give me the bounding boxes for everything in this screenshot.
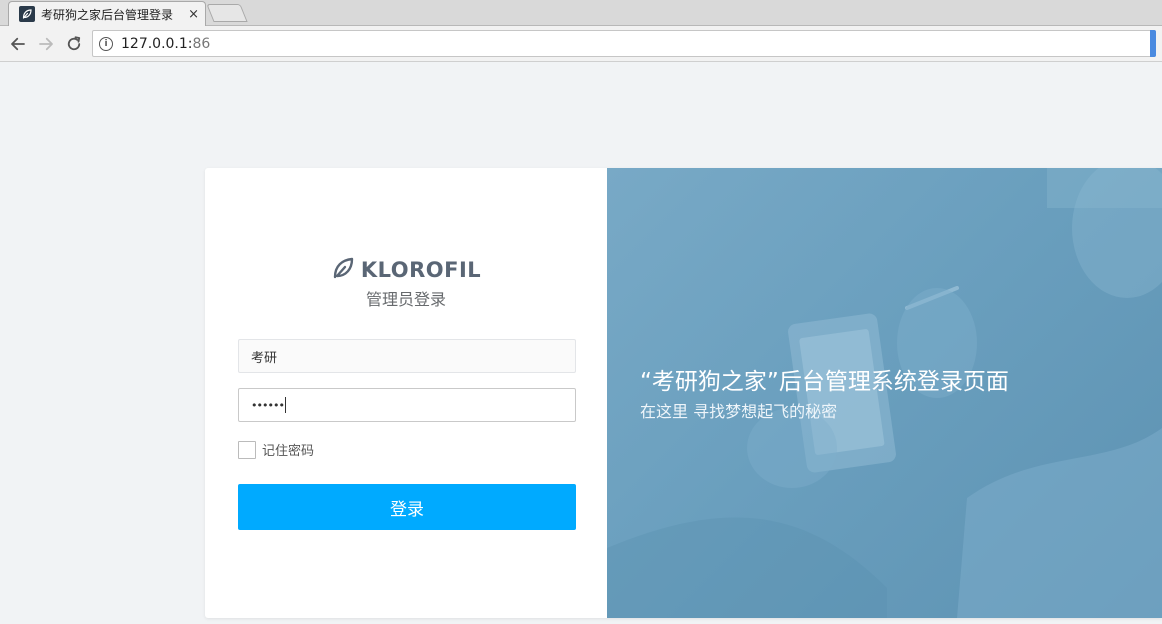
arrow-left-icon[interactable]: [8, 34, 28, 54]
reload-icon[interactable]: [64, 34, 84, 54]
remember-label: 记住密码: [262, 444, 315, 459]
remember-password[interactable]: 记住密码: [238, 440, 314, 459]
hero-panel: “考研狗之家”后台管理系统登录页面 在这里 寻找梦想起飞的秘密: [607, 168, 1162, 618]
login-subtitle: 管理员登录: [365, 290, 446, 309]
username-input[interactable]: 考研: [238, 339, 576, 373]
hero-subtitle: 在这里 寻找梦想起飞的秘密: [640, 402, 838, 421]
browser-tab-bar: 考研狗之家后台管理登录 ×: [0, 0, 1162, 26]
text-caret: [284, 397, 286, 413]
brand-logo: KLOROFIL: [205, 256, 607, 284]
logo-text: KLOROFIL: [360, 258, 482, 282]
leaf-icon: [331, 256, 355, 284]
password-value: ••••••: [251, 398, 285, 412]
login-button[interactable]: 登录: [238, 484, 576, 530]
login-card: KLOROFIL 管理员登录 考研 •••••• 记住密码 登录 “考研狗之家”…: [205, 168, 1162, 618]
url-text: 127.0.0.1:86: [121, 35, 211, 52]
browser-toolbar: i 127.0.0.1:86: [0, 26, 1162, 62]
remember-checkbox[interactable]: [238, 440, 256, 459]
tab-title: 考研狗之家后台管理登录: [41, 7, 174, 22]
login-form-panel: KLOROFIL 管理员登录 考研 •••••• 记住密码 登录: [205, 168, 607, 618]
address-bar[interactable]: i 127.0.0.1:86: [92, 30, 1156, 57]
extension-button[interactable]: [1150, 30, 1156, 57]
new-tab-button[interactable]: [206, 4, 248, 22]
browser-tab[interactable]: 考研狗之家后台管理登录 ×: [8, 1, 206, 26]
info-icon[interactable]: i: [99, 36, 113, 51]
password-input[interactable]: ••••••: [238, 388, 576, 422]
hero-title: “考研狗之家”后台管理系统登录页面: [640, 369, 1009, 395]
arrow-right-icon[interactable]: [36, 34, 56, 54]
tab-close-icon[interactable]: ×: [188, 7, 199, 22]
leaf-favicon-icon: [19, 6, 35, 22]
username-value: 考研: [251, 350, 278, 366]
